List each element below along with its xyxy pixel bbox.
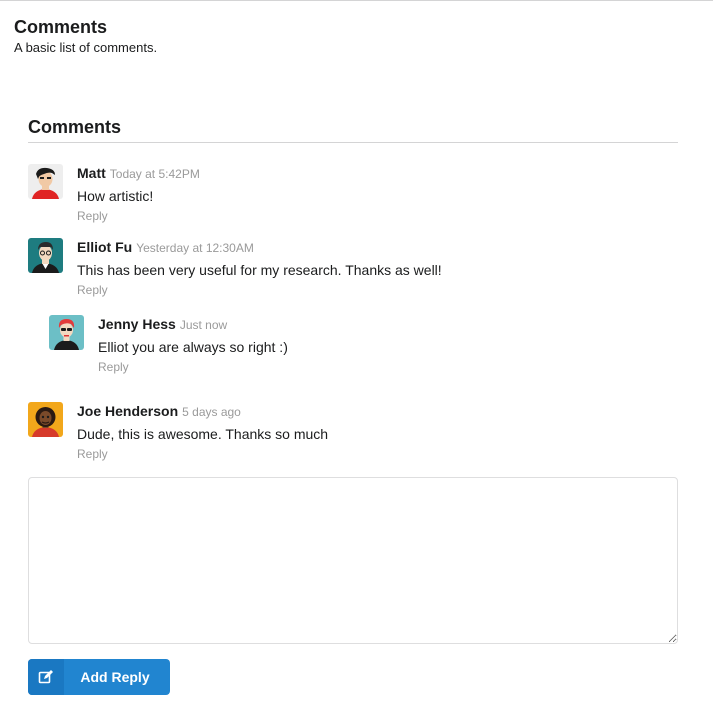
comment-text: Elliot you are always so right :) — [98, 339, 288, 355]
comment-author[interactable]: Elliot Fu — [77, 239, 132, 255]
comments-header: Comments — [28, 116, 678, 143]
comment-time: 5 days ago — [182, 405, 241, 419]
comment-author[interactable]: Joe Henderson — [77, 403, 178, 419]
page-subtitle: A basic list of comments. — [14, 40, 158, 55]
comment-content: Matt Today at 5:42PM How artistic! Reply — [77, 164, 678, 225]
add-reply-button[interactable]: Add Reply — [28, 659, 170, 695]
comment-content: Elliot Fu Yesterday at 12:30AM This has b… — [77, 238, 678, 299]
comment-author[interactable]: Jenny Hess — [98, 316, 176, 332]
reply-textarea[interactable] — [28, 477, 678, 644]
page-header: Comments A basic list of comments. — [14, 16, 157, 57]
edit-icon — [28, 659, 64, 695]
comment-content: Joe Henderson 5 days ago Dude, this is aw… — [77, 402, 678, 463]
reply-link[interactable]: Reply — [98, 360, 129, 374]
avatar[interactable] — [28, 238, 63, 273]
comment-text: Dude, this is awesome. Thanks so much — [77, 426, 329, 442]
comment-author[interactable]: Matt — [77, 165, 106, 181]
comment-content: Jenny Hess Just now Elliot you are always… — [98, 315, 678, 376]
comments-section: Comments Matt Today at 5:42PM How artisti… — [28, 116, 678, 461]
top-divider — [0, 0, 713, 1]
add-reply-label: Add Reply — [80, 669, 150, 685]
avatar[interactable] — [28, 402, 63, 437]
reply-link[interactable]: Reply — [77, 209, 108, 223]
comment-text: This has been very useful for my researc… — [77, 262, 442, 278]
comment-time: Yesterday at 12:30AM — [136, 241, 254, 255]
avatar[interactable] — [28, 164, 63, 199]
comment-time: Just now — [179, 318, 228, 332]
reply-form: Add Reply — [28, 477, 678, 695]
reply-link[interactable]: Reply — [77, 283, 108, 297]
avatar[interactable] — [49, 315, 84, 350]
comment-time: Today at 5:42PM — [109, 167, 200, 181]
comment-text: How artistic! — [77, 188, 154, 204]
reply-link[interactable]: Reply — [77, 447, 108, 461]
page-title: Comments — [14, 17, 108, 37]
